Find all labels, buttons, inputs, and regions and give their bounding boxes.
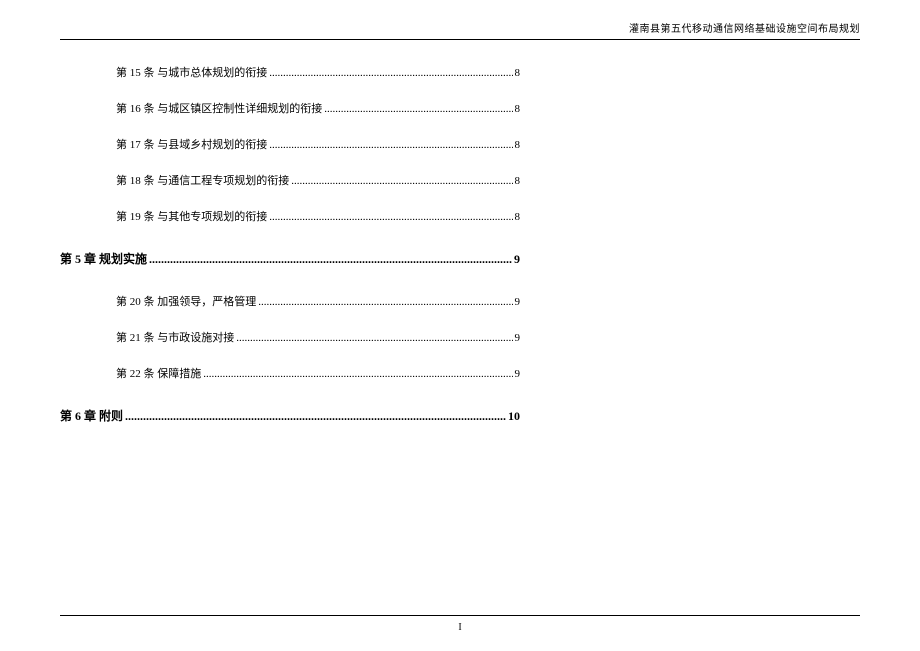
toc-label: 第 20 条 加强领导，严格管理 xyxy=(116,293,256,309)
toc-label: 第 18 条 与通信工程专项规划的衔接 xyxy=(116,172,289,188)
toc-entry: 第 20 条 加强领导，严格管理 9 xyxy=(116,293,520,309)
toc-label: 第 19 条 与其他专项规划的衔接 xyxy=(116,208,267,224)
toc-leader-dots xyxy=(269,139,512,151)
toc-label: 第 6 章 附则 xyxy=(60,407,123,424)
toc-leader-dots xyxy=(258,296,512,308)
toc-entry: 第 21 条 与市政设施对接 9 xyxy=(116,329,520,345)
table-of-contents: 第 15 条 与城市总体规划的衔接8第 16 条 与城区镇区控制性详细规划的衔接… xyxy=(60,64,860,424)
toc-leader-dots xyxy=(291,175,512,187)
toc-page-number: 9 xyxy=(515,296,521,308)
toc-page-number: 8 xyxy=(515,67,521,79)
toc-leader-dots xyxy=(269,211,512,223)
toc-label: 第 5 章 规划实施 xyxy=(60,250,147,267)
toc-page-number: 8 xyxy=(515,139,521,151)
toc-page-number: 9 xyxy=(515,368,521,380)
header-rule xyxy=(60,39,860,40)
toc-page-number: 9 xyxy=(515,332,521,344)
toc-page-number: 8 xyxy=(515,175,521,187)
toc-page-number: 9 xyxy=(514,252,520,267)
toc-label: 第 21 条 与市政设施对接 xyxy=(116,329,234,345)
toc-entry: 第 17 条 与县域乡村规划的衔接 8 xyxy=(116,136,520,152)
toc-leader-dots xyxy=(203,368,512,380)
page-header: 灌南县第五代移动通信网络基础设施空间布局规划 xyxy=(60,20,860,39)
toc-label: 第 22 条 保障措施 xyxy=(116,365,201,381)
toc-entry: 第 18 条 与通信工程专项规划的衔接 8 xyxy=(116,172,520,188)
page-number: I xyxy=(458,622,461,633)
toc-label: 第 15 条 与城市总体规划的衔接 xyxy=(116,64,267,80)
toc-leader-dots xyxy=(236,332,512,344)
header-title: 灌南县第五代移动通信网络基础设施空间布局规划 xyxy=(629,24,860,35)
page-footer: I xyxy=(0,615,920,633)
toc-page-number: 8 xyxy=(515,103,521,115)
toc-label: 第 17 条 与县域乡村规划的衔接 xyxy=(116,136,267,152)
toc-leader-dots xyxy=(149,252,512,267)
toc-page-number: 8 xyxy=(515,211,521,223)
toc-entry: 第 16 条 与城区镇区控制性详细规划的衔接 8 xyxy=(116,100,520,116)
toc-entry: 第 19 条 与其他专项规划的衔接 8 xyxy=(116,208,520,224)
footer-rule xyxy=(60,615,860,616)
toc-leader-dots xyxy=(269,67,512,79)
toc-entry: 第 22 条 保障措施 9 xyxy=(116,365,520,381)
toc-entry: 第 6 章 附则 10 xyxy=(60,407,520,424)
toc-label: 第 16 条 与城区镇区控制性详细规划的衔接 xyxy=(116,100,322,116)
toc-leader-dots xyxy=(125,409,506,424)
toc-entry: 第 15 条 与城市总体规划的衔接 8 xyxy=(116,64,520,80)
toc-page-number: 10 xyxy=(508,409,520,424)
toc-leader-dots xyxy=(324,103,512,115)
toc-entry: 第 5 章 规划实施 9 xyxy=(60,250,520,267)
